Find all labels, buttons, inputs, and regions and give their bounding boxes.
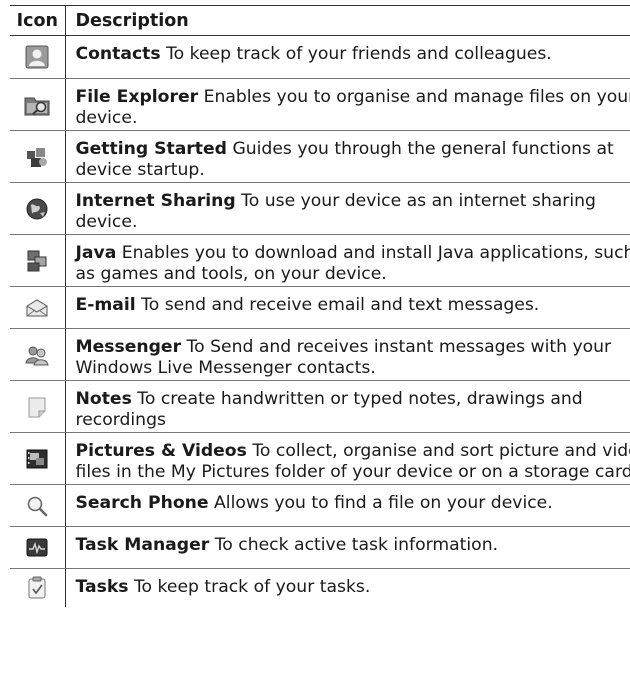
program-description-line: recordings (75, 410, 166, 430)
program-name: Notes (75, 389, 132, 409)
table-header-row: Icon Description (10, 5, 630, 36)
program-name: Task Manager (75, 535, 210, 555)
java-icon (10, 249, 65, 273)
program-name: Tasks (75, 577, 129, 597)
programs-table: Icon Description Contacts To keep track … (10, 5, 630, 607)
getting-started-icon (10, 145, 65, 169)
row-description: File Explorer Enables you to organise an… (65, 78, 630, 131)
program-description-line: files in the My Pictures folder of your … (75, 462, 630, 482)
program-description-line: as games and tools, on your device. (75, 264, 387, 284)
row-description: Pictures & Videos To collect, organise a… (65, 432, 630, 485)
program-description-line: Enables you to download and install Java… (121, 243, 630, 263)
row-description: Java Enables you to download and install… (65, 234, 630, 287)
program-description-line: To Send and receives instant messages wi… (186, 337, 612, 357)
program-description-line: To use your device as an internet sharin… (241, 191, 596, 211)
program-description-line: device. (75, 212, 138, 232)
table-row: Tasks To keep track of your tasks. (10, 568, 630, 607)
program-description-line: To keep track of your friends and collea… (166, 44, 552, 64)
program-name: Contacts (75, 44, 161, 64)
program-description-line: To check active task information. (214, 535, 499, 555)
tasks-icon (10, 576, 65, 600)
table-row: File Explorer Enables you to organise an… (10, 78, 630, 131)
row-description: Search Phone Allows you to find a file o… (65, 484, 630, 527)
icon-column-header: Icon (10, 5, 66, 36)
file-explorer-icon (10, 93, 65, 117)
table-row: Java Enables you to download and install… (10, 234, 630, 287)
row-description: Task Manager To check active task inform… (65, 526, 630, 569)
notes-icon (10, 395, 65, 419)
row-description: Notes To create handwritten or typed not… (65, 380, 630, 433)
program-name: Internet Sharing (75, 191, 236, 211)
program-description-line: Allows you to find a file on your device… (214, 493, 553, 513)
search-icon (10, 494, 65, 518)
table-row: Getting Started Guides you through the g… (10, 130, 630, 183)
email-icon (10, 298, 65, 318)
program-name: Search Phone (75, 493, 209, 513)
program-name: E-mail (75, 295, 136, 315)
program-description-line: Enables you to organise and manage files… (203, 87, 630, 107)
program-name: File Explorer (75, 87, 199, 107)
table-row: Contacts To keep track of your friends a… (10, 35, 630, 79)
program-description-line: device. (75, 108, 138, 128)
program-name: Pictures & Videos (75, 441, 247, 461)
row-description: Internet Sharing To use your device as a… (65, 182, 630, 235)
program-description-line: Windows Live Messenger contacts. (75, 358, 376, 378)
programs-table-grid: Icon Description Contacts To keep track … (10, 5, 630, 607)
messenger-icon (10, 344, 65, 366)
table-row: Pictures & Videos To collect, organise a… (10, 432, 630, 485)
internet-sharing-icon (10, 197, 65, 221)
row-description: Messenger To Send and receives instant m… (65, 328, 630, 381)
program-name: Getting Started (75, 139, 227, 159)
table-row: E-mail To send and receive email and tex… (10, 286, 630, 329)
program-description-line: device startup. (75, 160, 205, 180)
table-row: Search Phone Allows you to find a file o… (10, 484, 630, 527)
task-manager-icon (10, 537, 65, 559)
table-row: Task Manager To check active task inform… (10, 526, 630, 569)
description-column-header: Description (65, 5, 630, 36)
row-description: Getting Started Guides you through the g… (65, 130, 630, 183)
row-description: Tasks To keep track of your tasks. (65, 569, 630, 607)
program-description-line: To send and receive email and text messa… (141, 295, 540, 315)
program-name: Java (75, 243, 117, 263)
program-name: Messenger (75, 337, 182, 357)
table-row: Internet Sharing To use your device as a… (10, 182, 630, 235)
program-description-line: To create handwritten or typed notes, dr… (137, 389, 583, 409)
table-row: Notes To create handwritten or typed not… (10, 380, 630, 433)
row-description: E-mail To send and receive email and tex… (65, 286, 630, 329)
row-description: Contacts To keep track of your friends a… (65, 35, 630, 79)
contacts-icon (10, 45, 65, 69)
program-description-line: To keep track of your tasks. (133, 577, 371, 597)
program-description-line: To collect, organise and sort picture an… (252, 441, 630, 461)
pictures-videos-icon (10, 447, 65, 471)
program-description-line: Guides you through the general functions… (232, 139, 614, 159)
table-row: Messenger To Send and receives instant m… (10, 328, 630, 381)
